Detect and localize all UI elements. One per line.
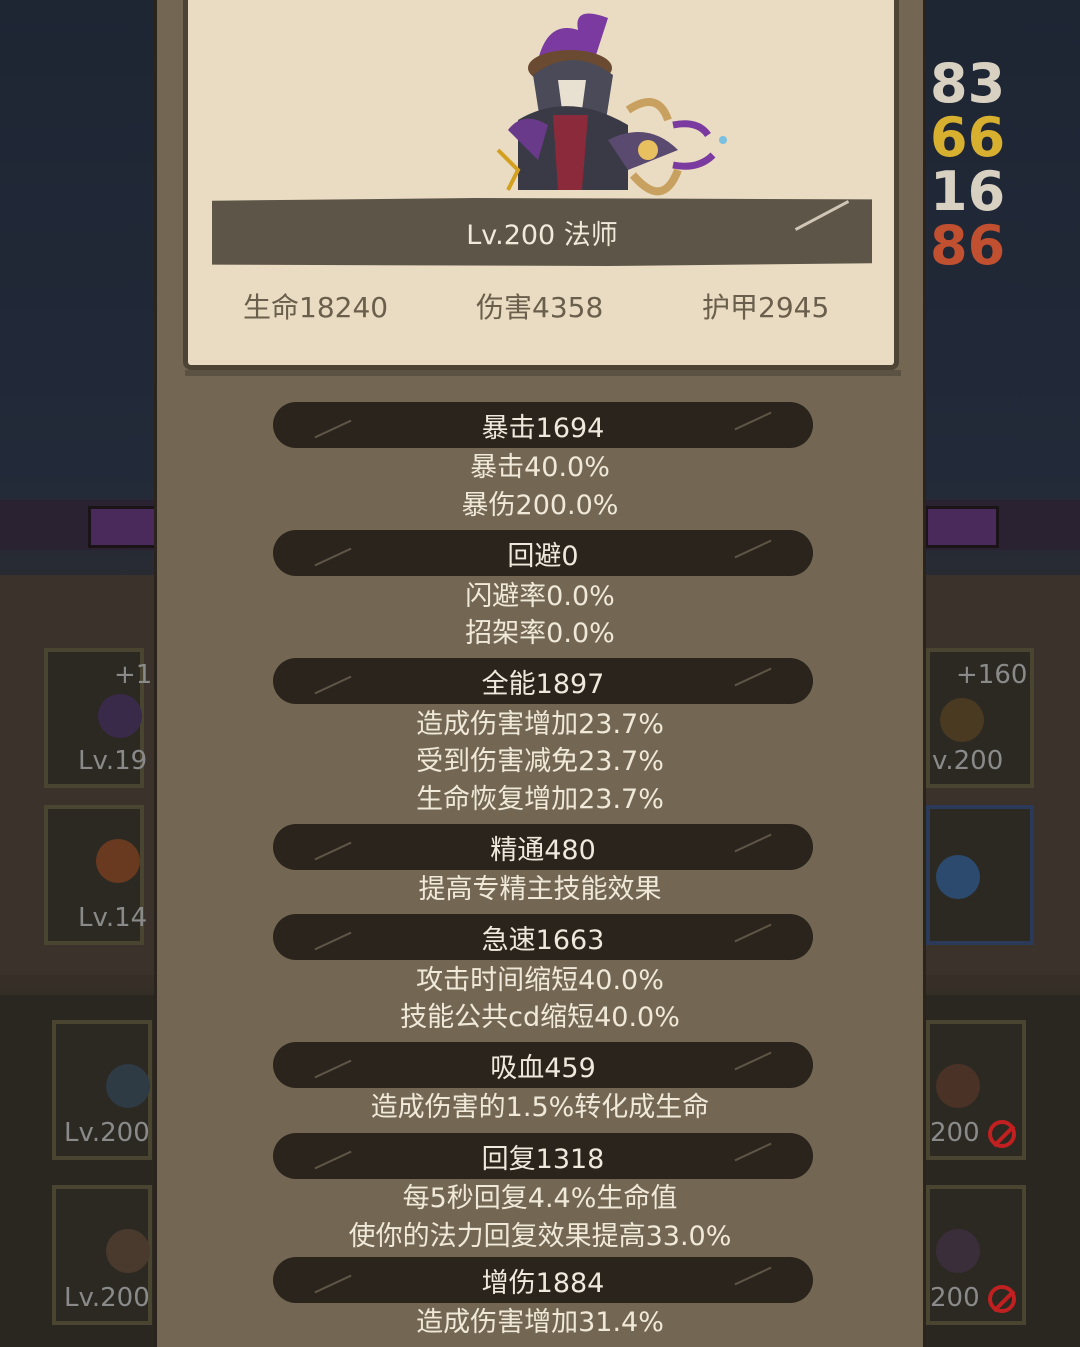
stat-header: 吸血459 (273, 1042, 813, 1088)
stat-line: 使你的法力回复效果提高33.0% (348, 1221, 732, 1252)
hero-stat-damage: 伤害4358 (476, 291, 604, 324)
equipment-slot-rune[interactable] (926, 805, 1034, 945)
stat-line: 闪避率0.0% (465, 581, 615, 612)
stat-line: 造成伤害增加31.4% (416, 1307, 664, 1338)
stat-line: 生命恢复增加23.7% (416, 784, 664, 815)
armor-icon (936, 1229, 980, 1273)
staff-icon (940, 698, 984, 742)
hat-icon (106, 1229, 150, 1273)
hero-base-stats: 生命18240 伤害4358 护甲2945 (188, 286, 894, 326)
mage-hero-portrait (496, 13, 727, 196)
stat-header: 精通480 (273, 824, 813, 870)
rune-icon (936, 855, 980, 899)
stat-header: 暴击1694 (273, 402, 813, 448)
mace-icon (936, 1064, 980, 1108)
equipment-slot-lower-2[interactable]: Lv.200 (52, 1185, 152, 1325)
disabled-icon (988, 1120, 1016, 1148)
stat-line: 提高专精主技能效果 (418, 874, 662, 905)
hero-title: Lv.200 法师 (466, 219, 618, 251)
stat-header: 回避0 (273, 530, 813, 576)
background-bar-right (925, 500, 1080, 550)
background-bar-left (0, 500, 161, 550)
equipment-slot-lower-3[interactable]: 200 (926, 1020, 1026, 1160)
stat-line: 每5秒回复4.4%生命值 (402, 1183, 678, 1214)
hero-card: Lv.200 法师 生命18240 伤害4358 护甲2945 (183, 0, 899, 370)
equipment-slot-helmet[interactable]: +1 Lv.19 (44, 648, 152, 788)
background-number: 86 (930, 214, 1006, 277)
serpent-icon (96, 839, 140, 883)
stat-line: 暴伤200.0% (461, 490, 619, 521)
stat-line: 招架率0.0% (465, 618, 615, 649)
hero-stat-armor: 护甲2945 (702, 291, 830, 324)
gem-icon (106, 1064, 150, 1108)
stat-line: 攻击时间缩短40.0% (416, 965, 664, 996)
stat-line: 技能公共cd缩短40.0% (400, 1002, 680, 1033)
helmet-icon (98, 694, 142, 738)
equipment-slot-lower-1[interactable]: Lv.200 (52, 1020, 152, 1160)
stat-line: 暴击40.0% (470, 452, 610, 483)
equipment-slot-lower-4[interactable]: 200 (926, 1185, 1026, 1325)
equipment-slot-weapon[interactable]: +160 v.200 (926, 648, 1034, 788)
stat-header: 全能1897 (273, 658, 813, 704)
stat-header: 回复1318 (273, 1133, 813, 1179)
stat-header: 增伤1884 (273, 1257, 813, 1303)
hero-stats-panel: Lv.200 法师 生命18240 伤害4358 护甲2945 暴击1694 暴… (154, 0, 926, 1347)
disabled-icon (988, 1285, 1016, 1313)
stat-header: 急速1663 (273, 914, 813, 960)
stat-line: 造成伤害的1.5%转化成生命 (370, 1092, 710, 1123)
stat-line: 造成伤害增加23.7% (416, 709, 664, 740)
stat-line: 受到伤害减免23.7% (416, 746, 664, 777)
hero-title-bar: Lv.200 法师 (212, 198, 872, 266)
equipment-slot-cloak[interactable]: Lv.14 (44, 805, 147, 945)
hero-stat-hp: 生命18240 (243, 291, 389, 324)
